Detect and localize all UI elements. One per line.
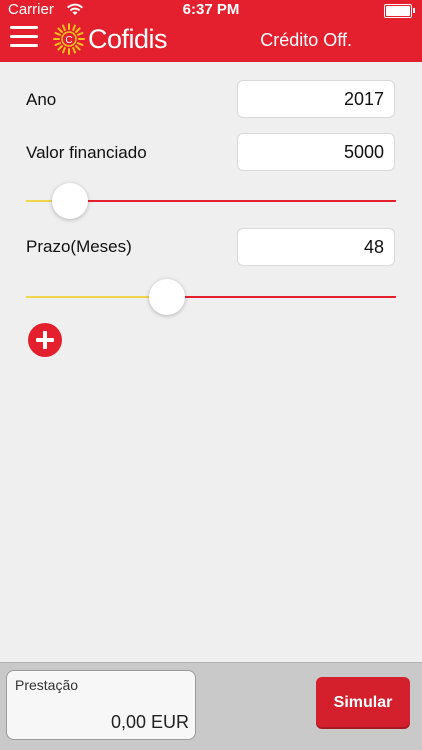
installment-box: Prestação 0,00 EUR	[6, 670, 196, 740]
year-label: Ano	[26, 90, 57, 109]
term-field[interactable]: 48	[237, 228, 395, 266]
logo-letter: C	[65, 35, 72, 46]
menu-button[interactable]	[10, 26, 38, 48]
bottom-bar: Prestação 0,00 EUR Simular	[0, 662, 422, 750]
battery-nub	[413, 8, 415, 13]
slider-fill	[26, 296, 167, 298]
clock: 6:37 PM	[182, 1, 240, 18]
add-plus-button[interactable]	[28, 323, 62, 357]
battery-icon	[384, 4, 412, 18]
amount-field[interactable]: 5000	[237, 133, 395, 171]
app-header: Carrier 6:37 PM C Cofidis Crédito Off.	[0, 0, 422, 62]
installment-label: Prestação	[15, 677, 79, 693]
installment-value: 0,00 EUR	[110, 712, 189, 732]
slider-track	[167, 296, 396, 298]
amount-slider[interactable]	[26, 181, 396, 221]
slider-track	[70, 200, 396, 202]
term-slider[interactable]	[26, 277, 396, 317]
slider-thumb[interactable]	[52, 183, 88, 219]
brand-logo: C Cofidis	[52, 22, 168, 56]
hamburger-line	[10, 35, 38, 38]
slider-thumb[interactable]	[149, 279, 185, 315]
amount-label: Valor financiado	[26, 143, 147, 162]
hamburger-line	[10, 26, 38, 29]
simulate-button[interactable]: Simular	[316, 677, 410, 729]
page-title: Crédito Off.	[260, 30, 352, 50]
sun-logo-icon: C	[53, 23, 85, 55]
hamburger-line	[10, 44, 38, 47]
term-label: Prazo(Meses)	[26, 237, 132, 256]
status-bar: Carrier 6:37 PM	[0, 0, 422, 20]
year-field[interactable]: 2017	[237, 80, 395, 118]
brand-name: Cofidis	[88, 23, 168, 54]
